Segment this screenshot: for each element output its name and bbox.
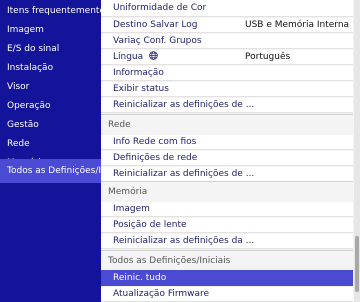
row-label: Definições de rede xyxy=(113,153,198,163)
menu-row-definicoes-de-rede[interactable]: Definições de rede xyxy=(101,151,353,166)
menu-row-reinicializar-definicoes[interactable]: Reinicializar as definições de ... xyxy=(101,98,353,113)
sidebar-item-visor[interactable]: Visor xyxy=(0,78,101,97)
sidebar-item-rede[interactable]: Rede xyxy=(0,135,101,154)
menu-row-atualizacao-firmware[interactable]: Atualização Firmware xyxy=(101,287,353,302)
menu-row-memoria-imagem[interactable]: Imagem xyxy=(101,202,353,217)
row-label: Exibir status xyxy=(113,84,169,94)
settings-panel: Uniformidade de Cor Destino Salvar Log U… xyxy=(101,0,360,302)
row-label: Destino Salvar Log xyxy=(113,20,198,30)
row-label: Variaç Conf. Grupos xyxy=(113,36,202,46)
menu-row-lingua[interactable]: Língua Português xyxy=(101,50,353,65)
row-label: Imagem xyxy=(113,204,150,214)
section-header-memoria: Memória xyxy=(101,181,353,202)
menu-row-reinic-tudo[interactable]: Reinic. tudo xyxy=(101,270,353,286)
row-label: Informação xyxy=(113,68,164,78)
section-title: Rede xyxy=(108,120,131,130)
globe-icon xyxy=(149,51,158,60)
row-label: Reinicializar as definições de ... xyxy=(113,169,255,179)
menu-row-info-rede-com-fios[interactable]: Info Rede com fios xyxy=(101,135,353,150)
section-title: Todos as Definições/Iniciais xyxy=(108,256,231,266)
row-label: Info Rede com fios xyxy=(113,137,197,147)
menu-row-informacao[interactable]: Informação xyxy=(101,66,353,81)
menu-row-uniformidade-de-cor[interactable]: Uniformidade de Cor xyxy=(101,0,353,17)
row-label: Posição de lente xyxy=(113,220,187,230)
sidebar-item-imagem[interactable]: Imagem xyxy=(0,21,101,40)
menu-row-exibir-status[interactable]: Exibir status xyxy=(101,82,353,97)
row-value: USB e Memória Interna xyxy=(245,20,350,30)
menu-row-variac-conf-grupos[interactable]: Variaç Conf. Grupos xyxy=(101,34,353,49)
sidebar-menu: Itens frequentemente ... Imagem E/S do s… xyxy=(0,0,101,302)
sidebar-item-es-do-sinal[interactable]: E/S do sinal xyxy=(0,40,101,59)
row-label: Atualização Firmware xyxy=(113,289,210,299)
menu-row-reinicializar-memoria[interactable]: Reinicializar as definições da ... xyxy=(101,234,353,249)
row-label: Reinicializar as definições da ... xyxy=(113,236,255,246)
row-label: Uniformidade de Cor xyxy=(113,3,207,13)
sidebar-item-frequent[interactable]: Itens frequentemente ... xyxy=(0,2,101,21)
scrollbar-thumb[interactable] xyxy=(355,236,359,292)
section-title: Memória xyxy=(108,187,148,197)
sidebar-item-gestao[interactable]: Gestão xyxy=(0,116,101,135)
sidebar-item-instalacao[interactable]: Instalação xyxy=(0,59,101,78)
menu-row-posicao-de-lente[interactable]: Posição de lente xyxy=(101,218,353,233)
row-label: Reinic. tudo xyxy=(113,273,167,283)
row-label: Língua xyxy=(113,52,144,62)
menu-row-reinicializar-rede[interactable]: Reinicializar as definições de ... xyxy=(101,167,353,182)
menu-row-destino-salvar-log[interactable]: Destino Salvar Log USB e Memória Interna xyxy=(101,18,353,33)
row-value: Português xyxy=(245,52,291,62)
sidebar-item-operacao[interactable]: Operação xyxy=(0,97,101,116)
scrollbar[interactable] xyxy=(354,0,360,302)
section-header-todos-definicoes: Todos as Definições/Iniciais xyxy=(101,250,353,271)
section-header-rede: Rede xyxy=(101,114,353,135)
sidebar-item-todos-definicoes[interactable]: Todos as Definições/Inici... xyxy=(0,159,101,183)
row-label: Reinicializar as definições de ... xyxy=(113,100,255,110)
